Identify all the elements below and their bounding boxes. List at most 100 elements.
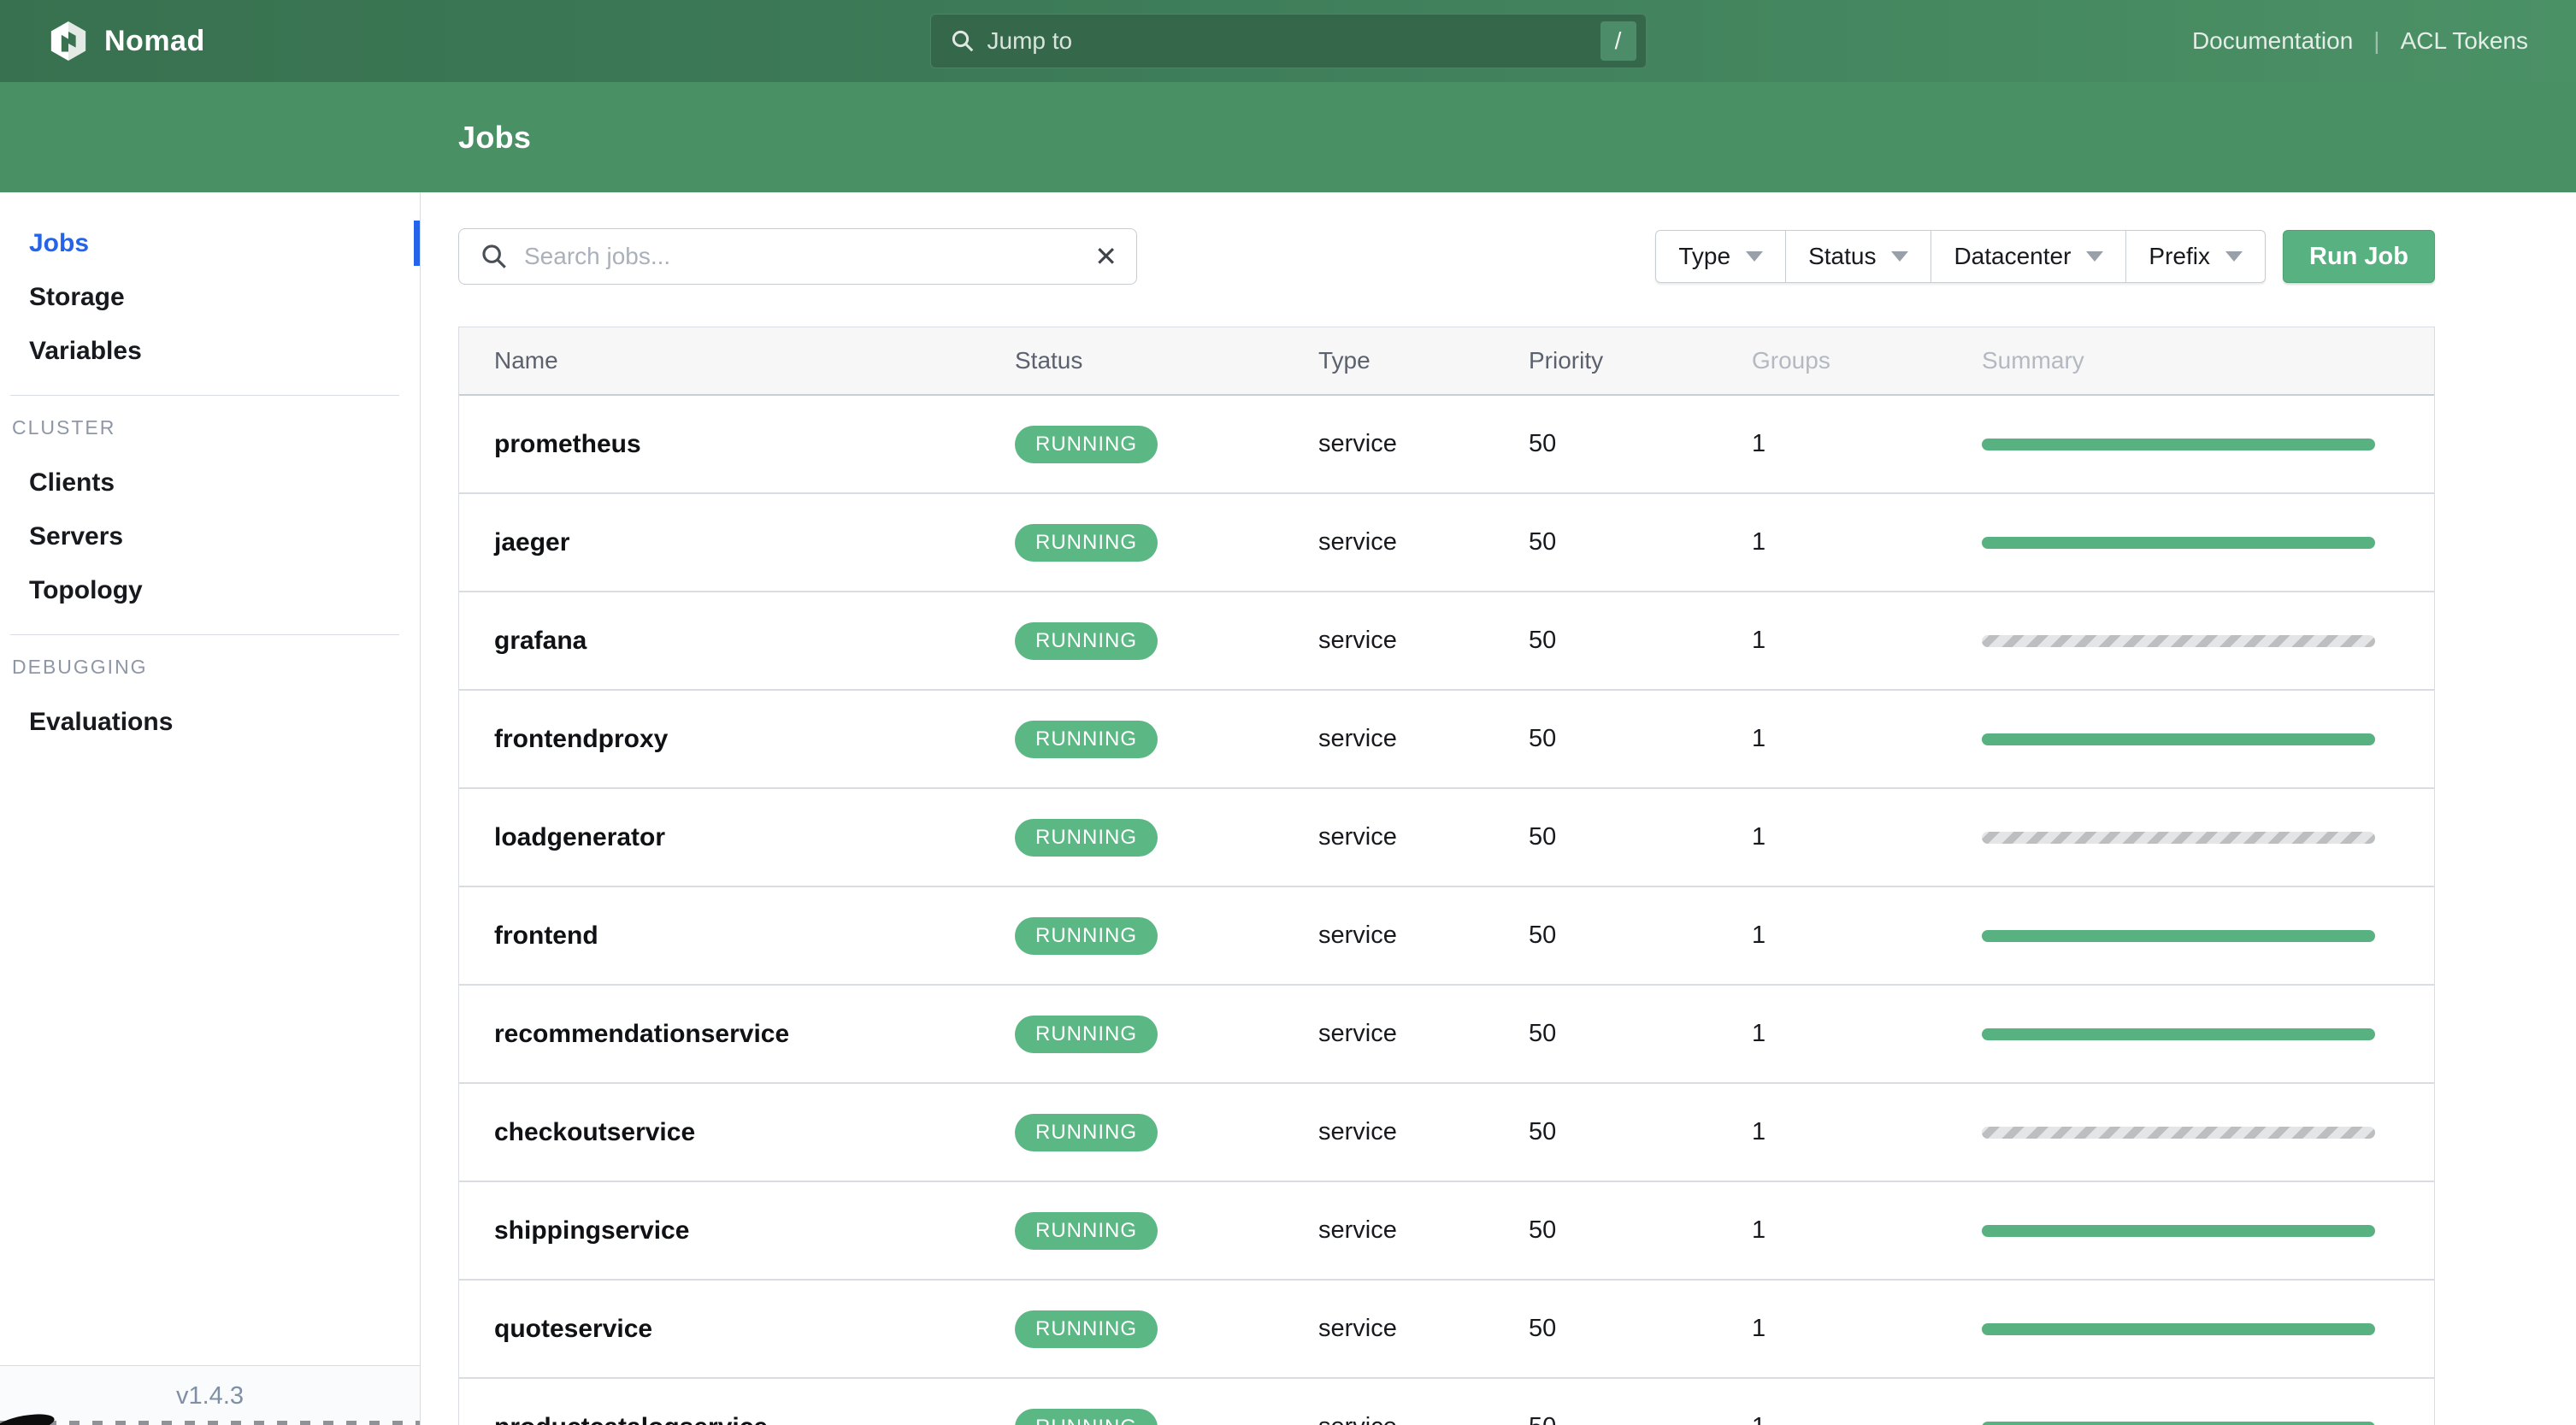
summary-bar — [1982, 831, 2375, 844]
job-groups: 1 — [1752, 922, 1766, 949]
chevron-down-icon — [1891, 251, 1909, 262]
job-type: service — [1318, 823, 1397, 851]
job-summary-cell — [1982, 733, 2434, 745]
sidebar-divider — [10, 395, 399, 396]
job-name[interactable]: quoteservice — [459, 1315, 1015, 1344]
table-row[interactable]: frontend RUNNING service 50 1 — [459, 887, 2434, 986]
chevron-down-icon — [2086, 251, 2104, 262]
slash-shortcut-key: / — [1600, 21, 1636, 61]
job-name[interactable]: frontend — [459, 922, 1015, 951]
filter-label: Datacenter — [1954, 243, 2072, 269]
column-header-type[interactable]: Type — [1318, 347, 1529, 374]
job-groups: 1 — [1752, 823, 1766, 851]
job-summary-cell — [1982, 1224, 2434, 1237]
job-groups: 1 — [1752, 528, 1766, 556]
job-name[interactable]: shippingservice — [459, 1216, 1015, 1245]
jump-to-searchbox[interactable]: / — [929, 14, 1647, 68]
table-row[interactable]: productcatalogserviceRUNNING service501 — [459, 1379, 2434, 1425]
job-priority: 50 — [1529, 528, 1557, 556]
table-row[interactable]: quoteservice RUNNING service 50 1 — [459, 1281, 2434, 1379]
status-badge: RUNNING — [1015, 1015, 1158, 1053]
job-priority: 50 — [1529, 922, 1557, 949]
table-row[interactable]: loadgenerator RUNNING service 50 1 — [459, 789, 2434, 887]
page-header: Jobs — [0, 82, 2576, 192]
column-header-summary: Summary — [1982, 347, 2084, 374]
job-status-cell: RUNNING — [1015, 818, 1318, 857]
column-header-groups: Groups — [1752, 347, 1830, 374]
status-badge: RUNNING — [1015, 1408, 1158, 1425]
jobs-search-input[interactable] — [509, 229, 1085, 284]
job-groups: 1 — [1752, 1315, 1766, 1342]
job-summary-cell — [1982, 929, 2434, 942]
acl-tokens-link[interactable]: ACL Tokens — [2401, 27, 2528, 55]
job-priority: 50 — [1529, 725, 1557, 752]
toolbar: ✕ Type Status Datacenter Prefix Run Job — [458, 228, 2435, 285]
main-content: ✕ TypeStatusDatacenterPrefix Run Job Nam… — [421, 192, 2576, 1425]
brand[interactable]: Nomad — [0, 19, 205, 63]
job-name[interactable]: grafana — [459, 627, 1015, 656]
status-badge: RUNNING — [1015, 916, 1158, 955]
summary-bar — [1982, 929, 2375, 942]
filter-datacenter-button[interactable]: Datacenter — [1931, 230, 2127, 283]
job-priority: 50 — [1529, 627, 1557, 654]
jobs-searchbox[interactable]: ✕ — [458, 228, 1137, 285]
job-groups: 1 — [1752, 1020, 1766, 1047]
sidebar-item-variables[interactable]: Variables — [0, 324, 420, 378]
chevron-down-icon — [2225, 251, 2243, 262]
job-priority: 50 — [1529, 823, 1557, 851]
job-status-cell: RUNNING — [1015, 720, 1318, 758]
summary-bar — [1982, 634, 2375, 647]
filter-group: Type Status Datacenter Prefix — [1655, 230, 2266, 283]
status-badge: RUNNING — [1015, 818, 1158, 857]
brand-name: Nomad — [104, 24, 205, 57]
table-row[interactable]: grafana RUNNING service 50 1 — [459, 592, 2434, 691]
sidebar-item-clients[interactable]: Clients — [0, 456, 420, 509]
jump-to-input[interactable] — [975, 15, 1600, 68]
column-header-status[interactable]: Status — [1015, 347, 1318, 374]
status-badge: RUNNING — [1015, 720, 1158, 758]
job-status-cell: RUNNING — [1015, 1211, 1318, 1250]
job-groups: 1 — [1752, 1216, 1766, 1244]
job-summary-cell — [1982, 1421, 2434, 1425]
sidebar-item-storage[interactable]: Storage — [0, 270, 420, 324]
job-type: service — [1318, 922, 1397, 949]
job-type: service — [1318, 528, 1397, 556]
sidebar-item-evaluations[interactable]: Evaluations — [0, 695, 420, 749]
filter-status-button[interactable]: Status — [1785, 230, 1932, 283]
job-type: service — [1318, 1118, 1397, 1145]
documentation-link[interactable]: Documentation — [2192, 27, 2353, 55]
table-row[interactable]: jaeger RUNNING service 50 1 — [459, 494, 2434, 592]
jobs-table-body: prometheus RUNNING service 50 1 jaeger RUNNING… — [459, 396, 2434, 1425]
column-header-name[interactable]: Name — [459, 347, 1015, 374]
job-name[interactable]: productcatalogservice — [459, 1413, 1015, 1425]
sidebar-item-servers[interactable]: Servers — [0, 509, 420, 563]
sidebar-item-topology[interactable]: Topology — [0, 563, 420, 617]
job-type: service — [1318, 1020, 1397, 1047]
table-row[interactable]: recommendationservice RUNNING service 50 1 — [459, 986, 2434, 1084]
job-priority: 50 — [1529, 430, 1557, 457]
clear-search-button[interactable]: ✕ — [1094, 229, 1117, 284]
table-row[interactable]: checkoutservice RUNNING service 50 1 — [459, 1084, 2434, 1182]
summary-bar — [1982, 1028, 2375, 1040]
sidebar-item-jobs[interactable]: Jobs — [0, 216, 420, 270]
job-status-cell: RUNNING — [1015, 1113, 1318, 1151]
status-badge: RUNNING — [1015, 1113, 1158, 1151]
job-name[interactable]: prometheus — [459, 430, 1015, 459]
job-status-cell: RUNNING — [1015, 621, 1318, 660]
table-row[interactable]: shippingservice RUNNING service 50 1 — [459, 1182, 2434, 1281]
sidebar-divider — [10, 634, 399, 635]
table-row[interactable]: frontendproxy RUNNING service 50 1 — [459, 691, 2434, 789]
job-name[interactable]: loadgenerator — [459, 823, 1015, 852]
job-name[interactable]: jaeger — [459, 528, 1015, 557]
job-name[interactable]: checkoutservice — [459, 1118, 1015, 1147]
filter-prefix-button[interactable]: Prefix — [2125, 230, 2266, 283]
job-summary-cell — [1982, 831, 2434, 844]
job-name[interactable]: recommendationservice — [459, 1020, 1015, 1049]
job-name[interactable]: frontendproxy — [459, 725, 1015, 754]
job-status-cell: RUNNING — [1015, 425, 1318, 463]
sidebar-footer: v1.4.3 — [0, 1365, 420, 1425]
filter-type-button[interactable]: Type — [1655, 230, 1787, 283]
run-job-button[interactable]: Run Job — [2283, 230, 2435, 283]
table-row[interactable]: prometheus RUNNING service 50 1 — [459, 396, 2434, 494]
column-header-priority[interactable]: Priority — [1529, 347, 1752, 374]
